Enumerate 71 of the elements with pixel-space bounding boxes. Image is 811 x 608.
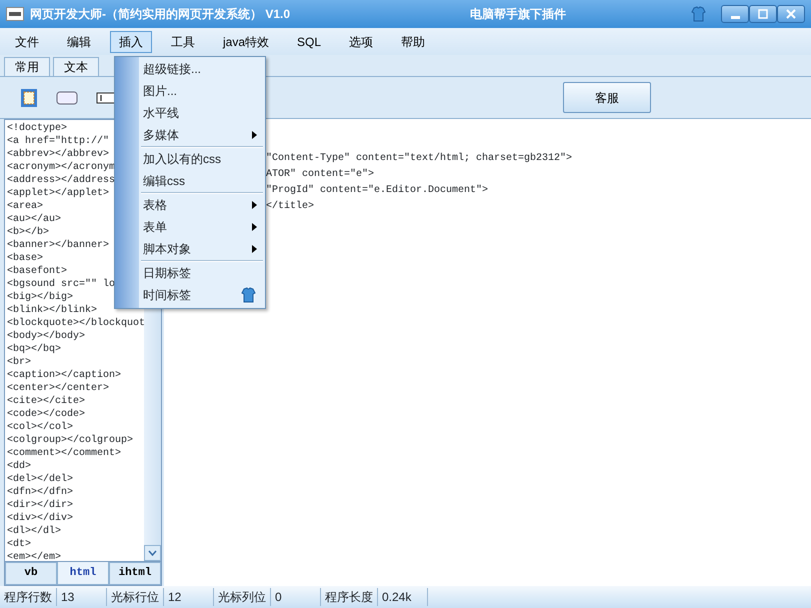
menu-item[interactable]: SQL bbox=[288, 30, 330, 52]
menu-option[interactable]: 多媒体 bbox=[143, 126, 179, 144]
status-label: 程序长度 bbox=[321, 588, 378, 606]
tag-list-item[interactable]: <del></del> bbox=[7, 473, 144, 486]
tab[interactable]: 文本 bbox=[53, 57, 99, 76]
tag-list-item[interactable]: <div></div> bbox=[7, 512, 144, 525]
tag-list-item[interactable]: <body></body> bbox=[7, 330, 144, 343]
menu-item[interactable]: 文件 bbox=[6, 30, 48, 52]
menu-option[interactable]: 超级链接... bbox=[143, 60, 202, 78]
button-icon[interactable] bbox=[56, 90, 78, 106]
status-value: 13 bbox=[57, 588, 107, 606]
tag-list-item[interactable]: <br> bbox=[7, 356, 144, 369]
tab[interactable]: 常用 bbox=[4, 57, 50, 76]
code-line: "ProgId" content="e.Editor.Document"> bbox=[266, 184, 490, 198]
tag-list-item[interactable]: <dl></dl> bbox=[7, 525, 144, 538]
service-button[interactable]: 客服 bbox=[563, 82, 651, 113]
shirt-icon[interactable] bbox=[690, 6, 707, 22]
app-logo-icon bbox=[6, 7, 24, 21]
maximize-button[interactable] bbox=[749, 5, 777, 23]
status-label: 光标列位 bbox=[214, 588, 271, 606]
menu-item[interactable]: 选项 bbox=[340, 30, 382, 52]
menu-item[interactable]: 插入 bbox=[110, 30, 152, 52]
status-value: 0 bbox=[271, 588, 321, 606]
window-title: 网页开发大师-（简约实用的网页开发系统） V1.0 bbox=[30, 6, 290, 23]
tag-list-item[interactable]: <blink></blink> bbox=[7, 304, 144, 317]
menu-option[interactable]: 脚本对象 bbox=[143, 240, 191, 258]
menu-option[interactable]: 时间标签 bbox=[143, 286, 191, 304]
menu-option[interactable]: 加入以有的css bbox=[143, 150, 221, 168]
close-button[interactable] bbox=[777, 5, 805, 23]
menu-option[interactable]: 图片... bbox=[143, 82, 178, 100]
frame-icon[interactable] bbox=[20, 88, 38, 108]
menu-option[interactable]: 编辑css bbox=[143, 172, 185, 190]
maximize-icon bbox=[758, 9, 768, 19]
code-line: </title> bbox=[266, 200, 316, 214]
status-value: 0.24k bbox=[378, 588, 428, 606]
tag-list-item[interactable]: <code></code> bbox=[7, 408, 144, 421]
menu-option[interactable]: 表格 bbox=[143, 196, 167, 214]
tag-list-item[interactable]: <em></em> bbox=[7, 551, 144, 561]
minimize-button[interactable] bbox=[721, 5, 749, 23]
window-subtitle: 电脑帮手旗下插件 bbox=[470, 6, 566, 23]
menu-item[interactable]: 编辑 bbox=[58, 30, 100, 52]
menu-item[interactable]: 工具 bbox=[162, 30, 204, 52]
tab[interactable]: ihtml bbox=[109, 562, 161, 585]
tag-list-item[interactable]: <dir></dir> bbox=[7, 499, 144, 512]
status-value: 12 bbox=[164, 588, 214, 606]
status-label: 光标行位 bbox=[107, 588, 164, 606]
tag-list-item[interactable]: <dt> bbox=[7, 538, 144, 551]
minimize-icon bbox=[730, 16, 740, 18]
tag-list-item[interactable]: <bq></bq> bbox=[7, 343, 144, 356]
menu-item[interactable]: java特效 bbox=[214, 30, 278, 52]
tab[interactable]: html bbox=[57, 562, 109, 585]
menu-item[interactable]: 帮助 bbox=[392, 30, 434, 52]
tag-list-item[interactable]: <caption></caption> bbox=[7, 369, 144, 382]
menu-option[interactable]: 表单 bbox=[143, 218, 167, 236]
code-line: ATOR" content="e"> bbox=[266, 168, 376, 182]
tag-list-item[interactable]: <col></col> bbox=[7, 421, 144, 434]
scroll-down-icon[interactable] bbox=[148, 550, 157, 556]
tag-list-item[interactable]: <blockquote></blockquot bbox=[7, 317, 144, 330]
textbox-icon[interactable] bbox=[96, 90, 116, 104]
tag-list-item[interactable]: <dd> bbox=[7, 460, 144, 473]
status-label: 程序行数 bbox=[0, 588, 57, 606]
tag-list-item[interactable]: <dfn></dfn> bbox=[7, 486, 144, 499]
tag-list-item[interactable]: <comment></comment> bbox=[7, 447, 144, 460]
menu-option[interactable]: 日期标签 bbox=[143, 264, 191, 282]
tag-list-item[interactable]: <colgroup></colgroup> bbox=[7, 434, 144, 447]
tag-list-item[interactable]: <center></center> bbox=[7, 382, 144, 395]
menu-option[interactable]: 水平线 bbox=[143, 104, 179, 122]
tag-list-item[interactable]: <cite></cite> bbox=[7, 395, 144, 408]
tab[interactable]: vb bbox=[5, 562, 57, 585]
close-icon bbox=[786, 9, 796, 19]
code-line: "Content-Type" content="text/html; charset=gb2312"> bbox=[266, 152, 574, 166]
